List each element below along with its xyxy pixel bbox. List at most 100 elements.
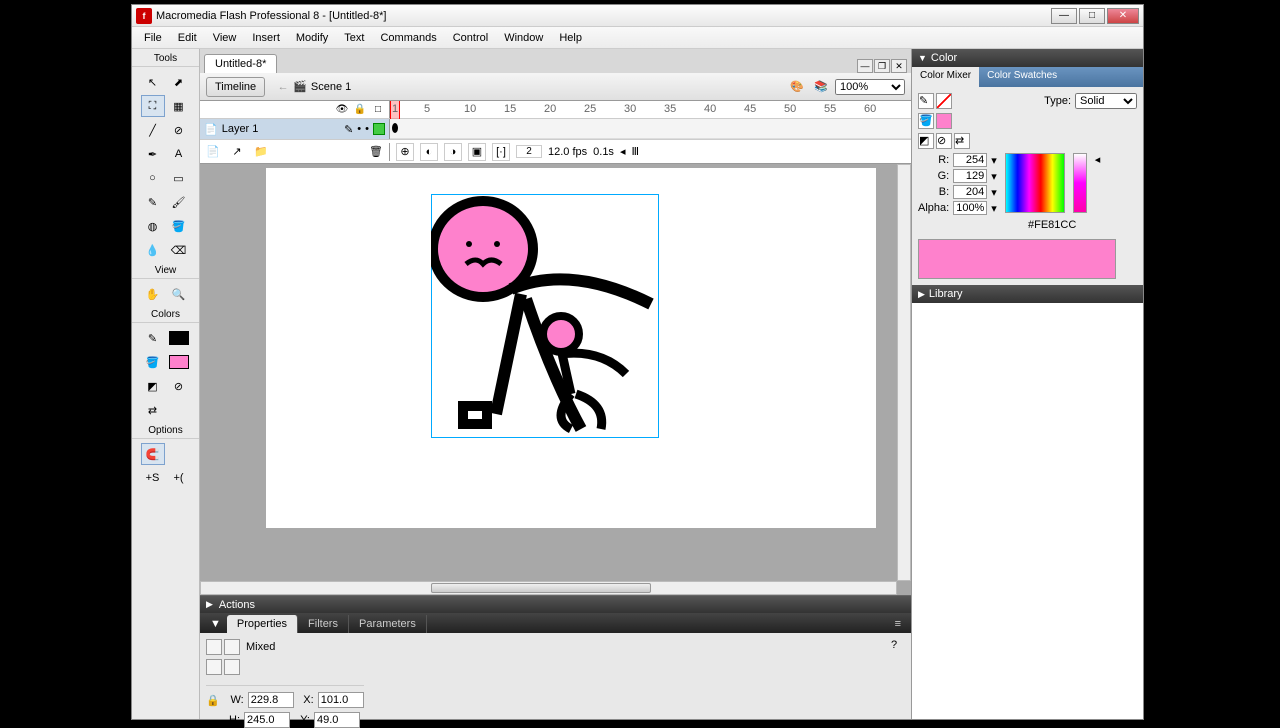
layer-dot1[interactable]: • <box>357 123 361 135</box>
color-panel-header[interactable]: ▼ Color <box>912 49 1143 67</box>
width-field[interactable] <box>248 692 294 708</box>
hue-slider[interactable] <box>1073 153 1087 213</box>
timeline-ruler[interactable]: 1 5 10 15 20 25 30 35 40 45 50 55 60 <box>390 101 911 118</box>
lock-icon[interactable]: 🔒 <box>353 103 367 117</box>
r-field[interactable] <box>953 153 987 167</box>
lasso-tool[interactable]: ⊘ <box>167 119 191 141</box>
swap-colors-btn[interactable]: ⇄ <box>954 133 970 149</box>
current-frame-field[interactable] <box>516 145 542 158</box>
layer-row[interactable]: 📄 Layer 1 ✎ • • <box>200 119 390 139</box>
line-tool[interactable]: ╱ <box>141 119 165 141</box>
menu-control[interactable]: Control <box>445 30 496 46</box>
edit-scene-icon[interactable]: 🎨 <box>787 77 807 97</box>
close-button[interactable]: ✕ <box>1107 8 1139 24</box>
hue-arrow-icon[interactable]: ◂ <box>1095 153 1101 215</box>
show-hide-icon[interactable]: 👁 <box>335 103 349 117</box>
b-field[interactable] <box>953 185 987 199</box>
layer-dot2[interactable]: • <box>365 123 369 135</box>
oval-tool[interactable]: ○ <box>141 167 165 189</box>
no-color-btn[interactable]: ⊘ <box>936 133 952 149</box>
straighten-option[interactable]: +( <box>167 467 191 489</box>
menu-file[interactable]: File <box>136 30 170 46</box>
properties-expand-icon[interactable]: ▼ <box>204 615 227 633</box>
menu-help[interactable]: Help <box>551 30 590 46</box>
y-field[interactable] <box>314 712 360 728</box>
menu-text[interactable]: Text <box>336 30 372 46</box>
lock-aspect-icon[interactable]: 🔒 <box>206 694 220 707</box>
doc-minimize-button[interactable]: — <box>857 59 873 73</box>
keyframe[interactable] <box>392 123 398 133</box>
r-stepper-icon[interactable]: ▾ <box>991 154 997 167</box>
current-fill-swatch[interactable] <box>936 113 952 129</box>
smooth-option[interactable]: +S <box>141 467 165 489</box>
a-stepper-icon[interactable]: ▾ <box>991 202 997 215</box>
panel-menu-icon[interactable]: ≡ <box>889 615 907 633</box>
color-picker[interactable] <box>1005 153 1065 213</box>
no-color-icon[interactable]: ⊘ <box>167 375 191 397</box>
menu-edit[interactable]: Edit <box>170 30 205 46</box>
menu-window[interactable]: Window <box>496 30 551 46</box>
menu-view[interactable]: View <box>205 30 245 46</box>
edit-multiple-button[interactable]: ▣ <box>468 143 486 161</box>
g-field[interactable] <box>953 169 987 183</box>
fill-color-swatch[interactable] <box>167 351 191 373</box>
maximize-button[interactable]: □ <box>1079 8 1105 24</box>
menu-modify[interactable]: Modify <box>288 30 336 46</box>
gradient-transform-tool[interactable]: ▦ <box>167 95 191 117</box>
text-tool[interactable]: A <box>167 143 191 165</box>
hand-tool[interactable]: ✋ <box>141 283 165 305</box>
modify-onion-button[interactable]: [·] <box>492 143 510 161</box>
tab-color-mixer[interactable]: Color Mixer <box>912 67 979 87</box>
stage-hscrollbar[interactable] <box>200 581 897 595</box>
menu-commands[interactable]: Commands <box>372 30 444 46</box>
stroke-selector-icon[interactable]: ✎ <box>918 93 934 109</box>
tab-color-swatches[interactable]: Color Swatches <box>979 67 1065 87</box>
timeline-frames[interactable] <box>390 119 911 139</box>
timeline-toggle[interactable]: Timeline <box>206 77 265 97</box>
tab-properties[interactable]: Properties <box>227 615 298 633</box>
default-colors-btn[interactable]: ◩ <box>918 133 934 149</box>
alpha-field[interactable] <box>953 201 987 215</box>
selection-tool[interactable]: ↖ <box>141 71 165 93</box>
swap-colors-icon[interactable]: ⇄ <box>141 399 165 421</box>
snap-option[interactable]: 🧲 <box>141 443 165 465</box>
edit-symbols-icon[interactable]: 📚 <box>811 77 831 97</box>
insert-layer-button[interactable]: 📄 <box>204 143 222 161</box>
height-field[interactable] <box>244 712 290 728</box>
document-tab[interactable]: Untitled-8* <box>204 54 277 73</box>
pen-tool[interactable]: ✒ <box>141 143 165 165</box>
rectangle-tool[interactable]: ▭ <box>167 167 191 189</box>
brush-tool[interactable]: 🖌 <box>167 191 191 213</box>
bucket-icon[interactable]: 🪣 <box>918 113 934 129</box>
free-transform-tool[interactable]: ⛶ <box>141 95 165 117</box>
scene-crumb[interactable]: 🎬 Scene 1 <box>293 80 351 93</box>
menu-insert[interactable]: Insert <box>244 30 288 46</box>
subselect-tool[interactable]: ⬈ <box>167 71 191 93</box>
insert-folder-button[interactable]: 📁 <box>252 143 270 161</box>
b-stepper-icon[interactable]: ▾ <box>991 186 997 199</box>
doc-restore-button[interactable]: ❐ <box>874 59 890 73</box>
onion-skin-button[interactable]: ◐ <box>420 143 438 161</box>
actions-panel-header[interactable]: ▶ Actions <box>200 595 911 613</box>
delete-layer-button[interactable]: 🗑 <box>367 143 385 161</box>
fill-type-select[interactable]: Solid <box>1075 93 1137 109</box>
timeline-scroll-left[interactable]: ◂ <box>620 145 626 158</box>
minimize-button[interactable]: — <box>1051 8 1077 24</box>
layer-outline-swatch[interactable] <box>373 123 385 135</box>
eyedropper-tool[interactable]: 💧 <box>141 239 165 261</box>
zoom-tool[interactable]: 🔍 <box>167 283 191 305</box>
outline-icon[interactable]: □ <box>371 103 385 117</box>
scene-back[interactable]: ← <box>273 77 293 97</box>
add-motion-guide-button[interactable]: ↗ <box>228 143 246 161</box>
fill-selector-icon[interactable] <box>936 93 952 109</box>
eraser-tool[interactable]: ⌫ <box>167 239 191 261</box>
timeline-scroll-right[interactable]: Ⅲ <box>631 145 639 158</box>
hex-value[interactable]: #FE81CC <box>1028 219 1076 231</box>
stage[interactable] <box>266 168 876 528</box>
help-icon[interactable]: ? <box>891 639 905 653</box>
doc-close-button[interactable]: ✕ <box>891 59 907 73</box>
stage-vscrollbar[interactable] <box>897 164 911 581</box>
g-stepper-icon[interactable]: ▾ <box>991 170 997 183</box>
tab-filters[interactable]: Filters <box>298 615 349 633</box>
onion-outline-button[interactable]: ◑ <box>444 143 462 161</box>
